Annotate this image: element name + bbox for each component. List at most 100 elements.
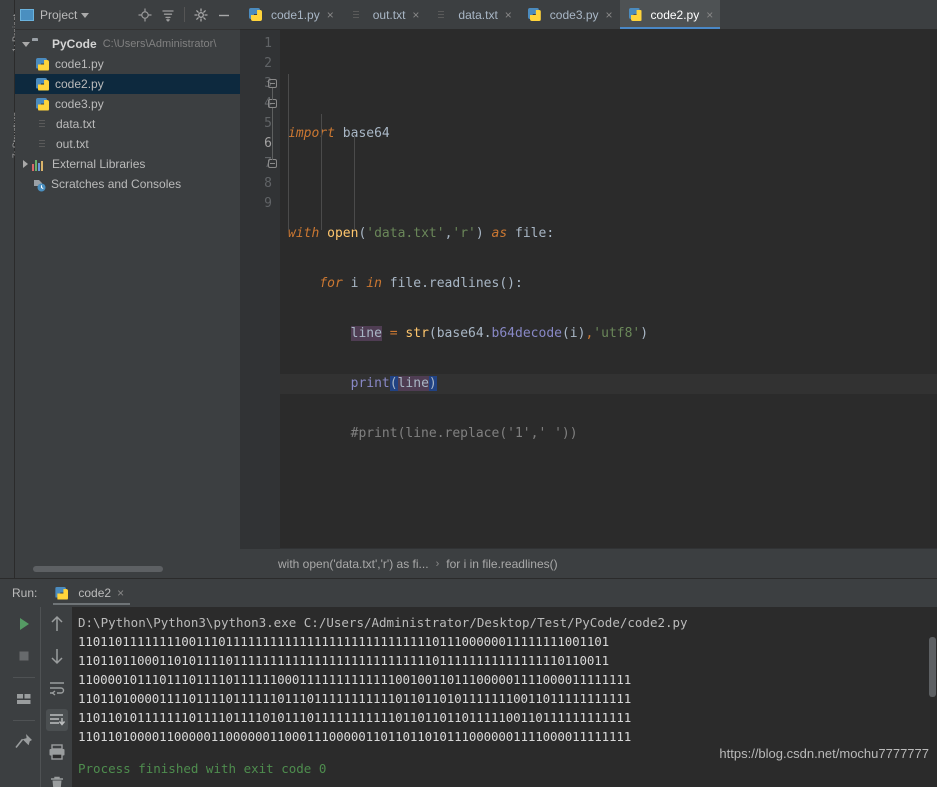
settings-gear-icon[interactable]	[194, 7, 208, 22]
tree-item-label: code1.py	[55, 57, 104, 71]
close-icon[interactable]: ×	[117, 586, 124, 600]
locate-icon[interactable]	[138, 8, 152, 22]
code-line-7: #print(line.replace('1',' '))	[288, 426, 578, 441]
collapse-all-icon[interactable]	[161, 8, 175, 22]
project-horizontal-scrollbar[interactable]	[33, 566, 163, 572]
scratches-icon	[32, 178, 46, 191]
code-line-3: with open('data.txt','r') as file:	[288, 226, 555, 241]
fold-marker-line3[interactable]	[268, 79, 277, 88]
fold-region-line	[272, 88, 273, 100]
text-file-icon	[36, 117, 50, 131]
editor-tab-code2-py[interactable]: code2.py ×	[619, 0, 721, 29]
editor-tab-code3-py[interactable]: code3.py ×	[519, 0, 620, 29]
breadcrumb-item-for[interactable]: for i in file.readlines()	[446, 557, 557, 571]
tab-label: code3.py	[549, 7, 599, 22]
rerun-icon[interactable]	[13, 613, 35, 635]
console-output-line: 1101101000011000001100000011000111000001…	[78, 729, 632, 744]
python-file-icon	[628, 8, 642, 21]
watermark-text: https://blog.csdn.net/mochu7777777	[719, 746, 929, 761]
tree-item-label: code3.py	[55, 97, 104, 111]
tree-item-code3-py[interactable]: code3.py	[15, 94, 240, 114]
editor-tab-code1-py[interactable]: code1.py ×	[240, 0, 341, 29]
close-icon[interactable]: ×	[505, 9, 512, 21]
pin-icon[interactable]	[13, 731, 35, 753]
hide-icon[interactable]	[217, 8, 231, 22]
tab-label: out.txt	[372, 7, 406, 22]
close-icon[interactable]: ×	[606, 9, 613, 21]
code-line-6: print(line)	[280, 374, 937, 394]
tree-item-label: External Libraries	[52, 157, 146, 171]
tree-item-out-txt[interactable]: out.txt	[15, 134, 240, 154]
tree-item-data-txt[interactable]: data.txt	[15, 114, 240, 134]
python-file-icon	[249, 8, 262, 21]
run-console-output[interactable]: D:\Python\Python3\python3.exe C:/Users/A…	[72, 607, 937, 787]
tree-item-label: data.txt	[56, 117, 96, 131]
console-output-line: 1101101011111110111101111010111011111111…	[78, 710, 632, 725]
stop-icon[interactable]	[13, 645, 35, 667]
tree-item-path: C:\Users\Administrator\	[102, 38, 217, 50]
text-file-icon	[435, 8, 449, 22]
editor-tab-data-txt[interactable]: data.txt ×	[426, 0, 518, 29]
layout-icon[interactable]	[13, 688, 35, 710]
close-icon[interactable]: ×	[327, 9, 334, 21]
tree-item-pycode[interactable]: PyCode C:\Users\Administrator\	[15, 34, 240, 54]
console-output-line: 1101101000011110111101111110111011111111…	[78, 691, 632, 706]
console-exit-message: Process finished with exit code 0	[78, 761, 327, 776]
console-output-line: 1101101111111100111011111111111111111111…	[78, 634, 610, 649]
close-icon[interactable]: ×	[706, 9, 713, 21]
editor-tab-out-txt[interactable]: out.txt ×	[341, 0, 427, 29]
breadcrumb: with open('data.txt','r') as fi... › for…	[240, 548, 937, 578]
tree-item-external-libraries[interactable]: External Libraries	[15, 154, 240, 174]
run-tab-code2[interactable]: code2 ×	[53, 579, 130, 607]
fold-marker-line7[interactable]	[268, 159, 277, 168]
code-editor[interactable]: 1 2 3 4 5 6 7 8 9 import base64 with ope…	[240, 30, 937, 548]
fold-marker-line4[interactable]	[268, 99, 277, 108]
run-panel-header: Run: code2 ×	[0, 579, 937, 607]
line-number: 8	[264, 176, 272, 191]
tree-item-label: out.txt	[56, 137, 89, 151]
breadcrumb-item-with[interactable]: with open('data.txt','r') as fi...	[278, 557, 429, 571]
tab-label: data.txt	[458, 7, 498, 22]
toolbar-divider	[13, 677, 35, 678]
scroll-to-end-icon[interactable]	[45, 709, 68, 731]
run-tool-window: Run: code2 × D:\Python\Python3\python3.e…	[0, 578, 937, 787]
editor-area: code1.py × out.txt × data.txt × code3.py…	[240, 0, 937, 578]
code-line-5: line = str(base64.b64decode(i),'utf8')	[350, 326, 649, 341]
tab-label: code2.py	[650, 7, 700, 22]
tree-item-label: Scratches and Consoles	[51, 177, 182, 191]
project-panel-actions	[138, 7, 235, 22]
tree-item-code2-py[interactable]: code2.py	[15, 74, 240, 94]
tab-label: code1.py	[271, 7, 320, 22]
line-number: 5	[264, 116, 272, 131]
up-arrow-icon[interactable]	[46, 613, 68, 635]
editor-gutter[interactable]: 1 2 3 4 5 6 7 8 9	[240, 30, 280, 548]
twisty-collapsed-icon[interactable]	[19, 160, 32, 168]
tree-item-label: PyCode	[52, 37, 97, 51]
run-toolbar-right	[40, 607, 72, 787]
tree-item-scratches-and-consoles[interactable]: Scratches and Consoles	[15, 174, 240, 194]
chevron-down-icon[interactable]	[81, 13, 90, 18]
python-file-icon	[36, 97, 49, 111]
project-tree: PyCode C:\Users\Administrator\ code1.py …	[15, 30, 240, 194]
run-toolbar-left	[8, 607, 40, 787]
line-number: 1	[264, 36, 272, 51]
print-icon[interactable]	[46, 741, 68, 763]
project-panel-title: Project	[40, 7, 78, 22]
console-scrollbar[interactable]	[929, 637, 936, 697]
twisty-expanded-icon[interactable]	[19, 41, 32, 47]
trash-icon[interactable]	[46, 773, 68, 787]
tree-item-code1-py[interactable]: code1.py	[15, 54, 240, 74]
toolbar-divider	[184, 7, 185, 22]
python-file-icon	[527, 8, 541, 21]
editor-text[interactable]: import base64 with open('data.txt','r') …	[280, 30, 937, 548]
pycharm-window: 1: Project 7: Structure Project	[0, 0, 937, 787]
toolbar-divider	[13, 720, 35, 721]
code-line-1: import base64	[288, 126, 390, 141]
project-panel-header: Project	[15, 0, 240, 30]
line-number: 9	[264, 196, 272, 211]
close-icon[interactable]: ×	[412, 9, 419, 21]
soft-wrap-icon[interactable]	[46, 677, 68, 699]
down-arrow-icon[interactable]	[46, 645, 68, 667]
